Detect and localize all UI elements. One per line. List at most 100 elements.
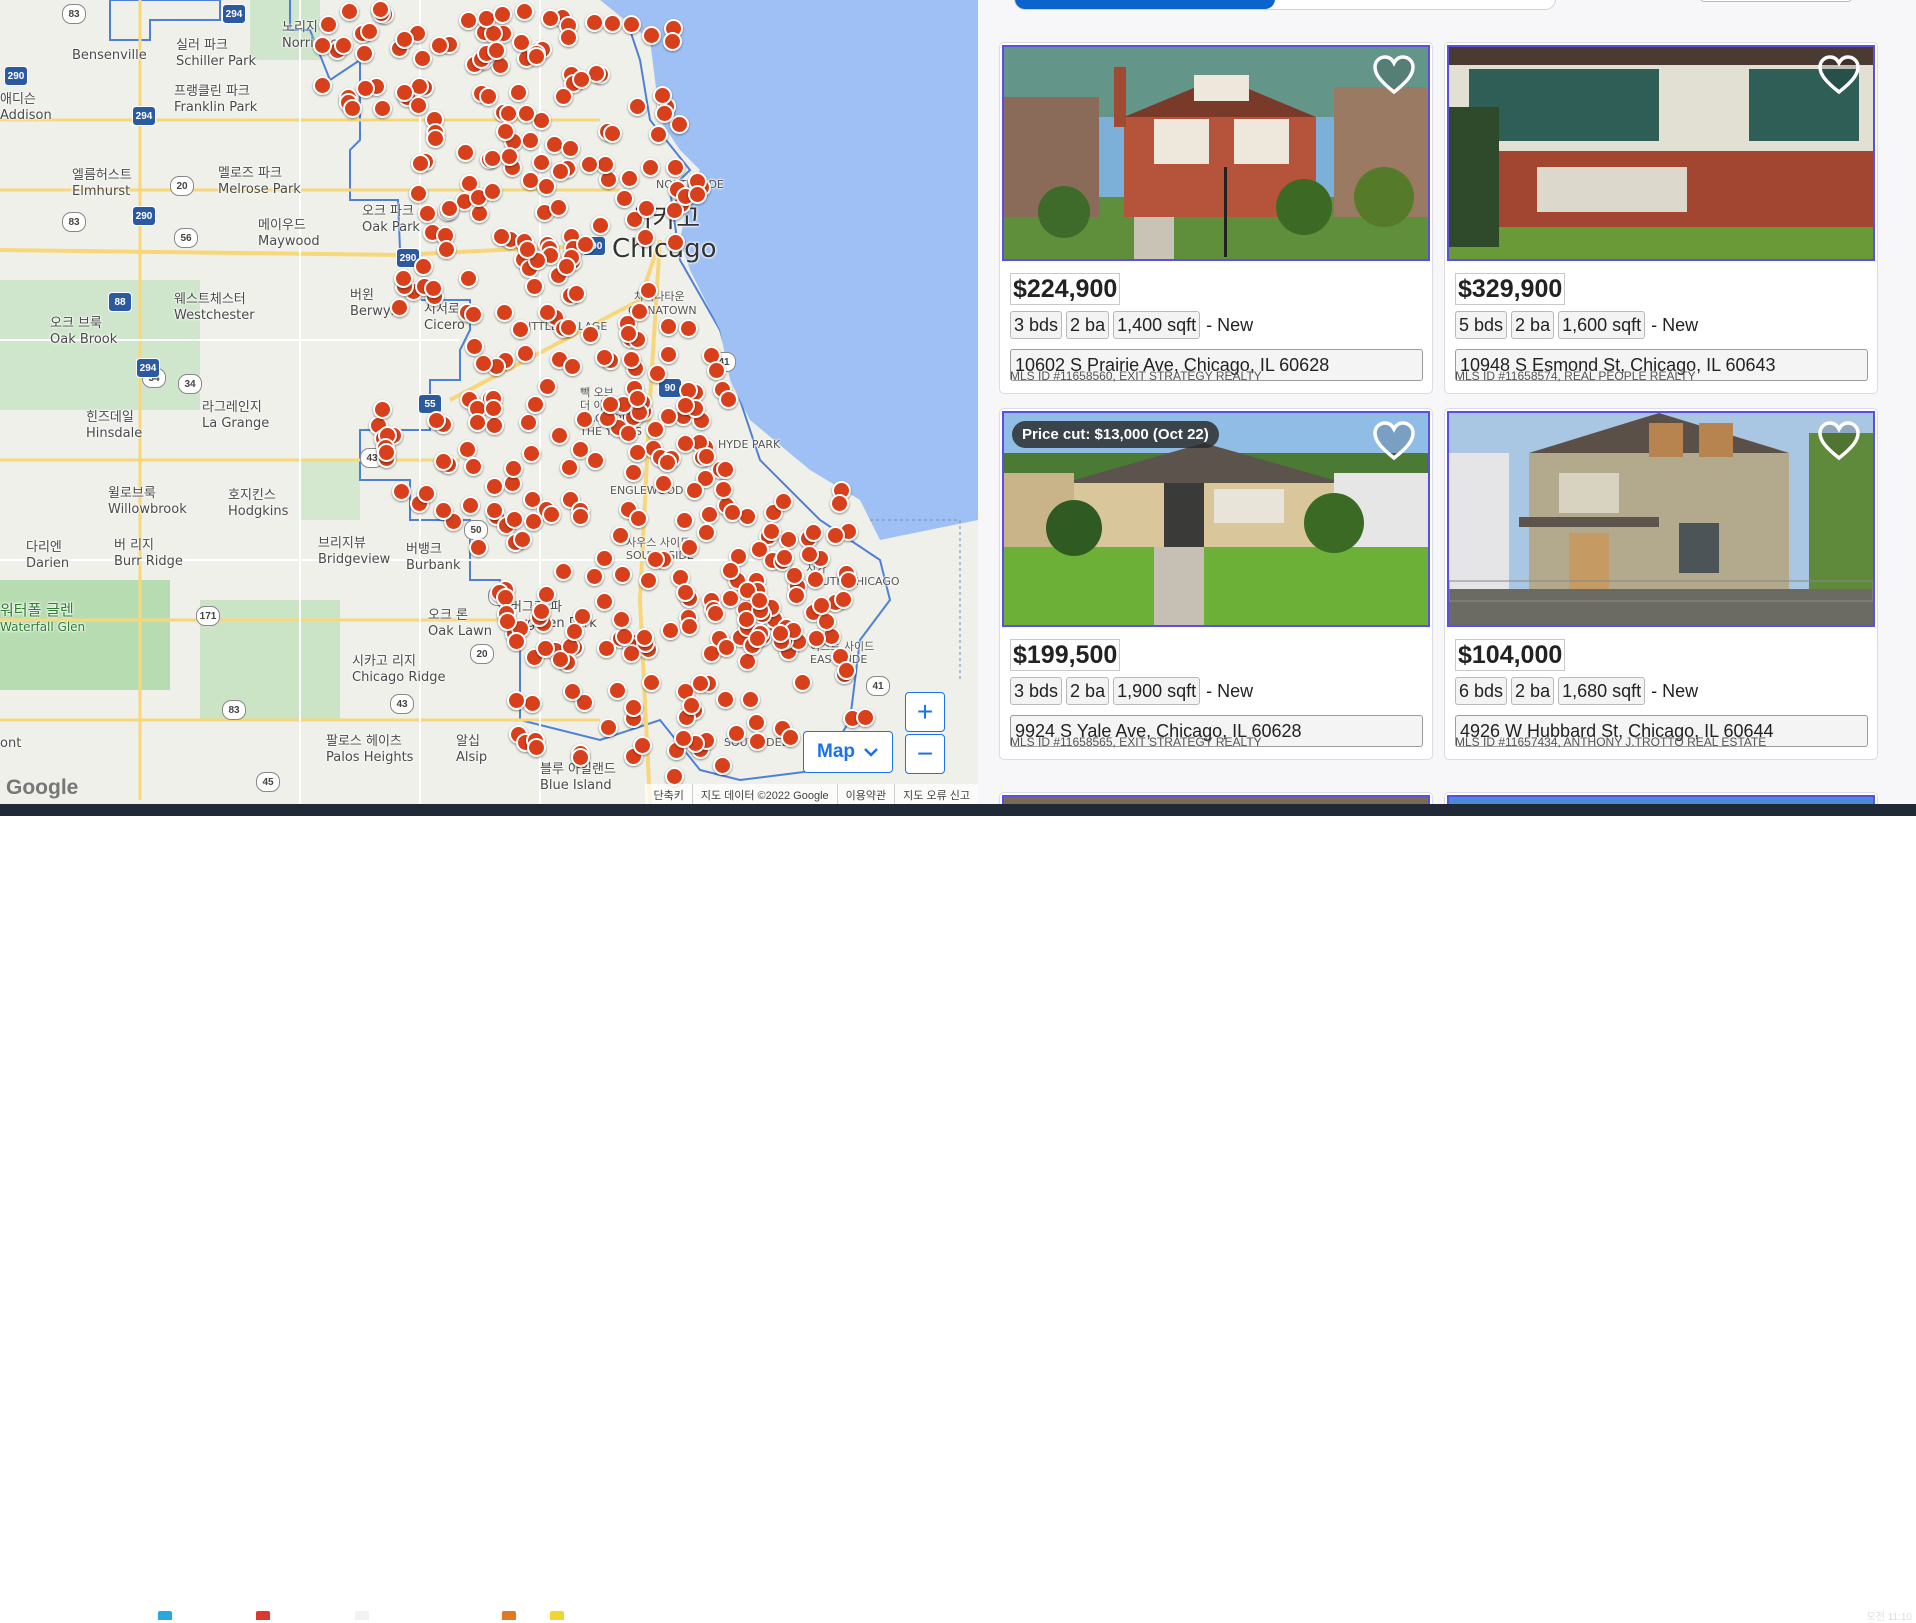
listing-map-pin[interactable] — [538, 303, 557, 322]
listing-map-pin[interactable] — [495, 303, 514, 322]
listing-map-pin[interactable] — [595, 348, 614, 367]
listing-map-pin[interactable] — [468, 413, 487, 432]
taskbar-app-icon[interactable] — [355, 1611, 369, 1620]
listing-map-pin[interactable] — [507, 691, 526, 710]
listing-map-pin[interactable] — [557, 257, 576, 276]
listing-map-pin[interactable] — [748, 629, 767, 648]
listing-map-pin[interactable] — [518, 240, 537, 259]
listing-map-pin[interactable] — [707, 361, 726, 380]
listing-map-pin[interactable] — [513, 530, 532, 549]
listing-map-pin[interactable] — [542, 505, 561, 524]
listing-map-pin[interactable] — [787, 586, 806, 605]
listing-map-pin[interactable] — [413, 49, 432, 68]
listing-map-pin[interactable] — [716, 460, 735, 479]
listing-map-pin[interactable] — [685, 481, 704, 500]
listing-map-pin[interactable] — [313, 36, 332, 55]
listing-map-pin[interactable] — [646, 420, 665, 439]
listing-map-pin[interactable] — [479, 87, 498, 106]
listing-map-pin[interactable] — [580, 155, 599, 174]
listing-map-pin[interactable] — [775, 548, 794, 567]
listing-map-pin[interactable] — [485, 477, 504, 496]
listing-map-pin[interactable] — [613, 565, 632, 584]
listing-map-pin[interactable] — [522, 444, 541, 463]
listing-map-pin[interactable] — [682, 696, 701, 715]
listing-map-pin[interactable] — [340, 2, 359, 21]
taskbar-app-icon[interactable] — [256, 1611, 270, 1620]
view-tabs[interactable] — [1014, 0, 1556, 10]
listing-map-pin[interactable] — [741, 690, 760, 709]
listing-map-pin[interactable] — [595, 592, 614, 611]
listings-panel[interactable]: $224,900 3 bds 2 ba 1,400 sqft - New 106… — [978, 0, 1916, 804]
listing-map-pin[interactable] — [427, 411, 446, 430]
listing-map-pin[interactable] — [532, 153, 551, 172]
listing-map-pin[interactable] — [666, 233, 685, 252]
listing-map-pin[interactable] — [559, 28, 578, 47]
listing-map-pin[interactable] — [716, 690, 735, 709]
listing-map-pin[interactable] — [581, 325, 600, 344]
taskbar-app-icon[interactable] — [550, 1611, 564, 1620]
listing-map-pin[interactable] — [459, 11, 478, 30]
listing-card[interactable]: Price cut: $13,000 (Oct 22) $199,500 3 b… — [999, 408, 1433, 760]
listing-map-pin[interactable] — [571, 507, 590, 526]
listing-map-pin[interactable] — [608, 681, 627, 700]
listing-map-pin[interactable] — [440, 199, 459, 218]
listing-map-pin[interactable] — [649, 125, 668, 144]
listing-map-pin[interactable] — [390, 298, 409, 317]
sort-select[interactable] — [1700, 0, 1852, 2]
listing-map-pin[interactable] — [526, 395, 545, 414]
listing-map-pin[interactable] — [639, 571, 658, 590]
listing-map-pin[interactable] — [319, 15, 338, 34]
listing-map-pin[interactable] — [779, 530, 798, 549]
listing-map-pin[interactable] — [666, 158, 685, 177]
listing-map-pin[interactable] — [521, 131, 540, 150]
listing-map-pin[interactable] — [774, 492, 793, 511]
listing-map-pin[interactable] — [373, 99, 392, 118]
listing-map-pin[interactable] — [674, 729, 693, 748]
listing-map-pin[interactable] — [507, 632, 526, 651]
listing-map-pin[interactable] — [409, 184, 428, 203]
favorite-heart-icon[interactable] — [1817, 55, 1861, 95]
listing-map-pin[interactable] — [554, 562, 573, 581]
listing-card-partial[interactable] — [1444, 792, 1878, 804]
listing-map-pin[interactable] — [624, 463, 643, 482]
listing-map-pin[interactable] — [541, 9, 560, 28]
listing-map-pin[interactable] — [498, 612, 517, 631]
listing-map-pin[interactable] — [628, 97, 647, 116]
listing-map-pin[interactable] — [804, 523, 823, 542]
listing-map-pin[interactable] — [483, 149, 502, 168]
favorite-heart-icon[interactable] — [1372, 55, 1416, 95]
listing-map-pin[interactable] — [418, 204, 437, 223]
listing-map-pin[interactable] — [641, 158, 660, 177]
listing-card[interactable]: $104,000 6 bds 2 ba 1,680 sqft - New 492… — [1444, 408, 1878, 760]
listing-map-pin[interactable] — [409, 96, 428, 115]
listing-map-pin[interactable] — [615, 189, 634, 208]
listing-map-pin[interactable] — [313, 76, 332, 95]
listing-map-pin[interactable] — [721, 561, 740, 580]
listing-map-pin[interactable] — [635, 628, 654, 647]
listing-map-pin[interactable] — [561, 139, 580, 158]
map-type-select[interactable]: Map — [803, 731, 893, 773]
listing-map-pin[interactable] — [781, 728, 800, 747]
listing-map-pin[interactable] — [612, 610, 631, 629]
map-panel[interactable]: Bensenville 실러 파크 Schiller Park 노리지 Norridge… — [0, 0, 978, 804]
listing-map-pin[interactable] — [603, 14, 622, 33]
listing-map-pin[interactable] — [839, 571, 858, 590]
listing-map-pin[interactable] — [706, 604, 725, 623]
listing-map-pin[interactable] — [571, 748, 590, 767]
taskbar-app-icon[interactable] — [158, 1611, 172, 1620]
favorite-heart-icon[interactable] — [1817, 421, 1861, 461]
listing-map-pin[interactable] — [559, 318, 578, 337]
listing-map-pin[interactable] — [659, 345, 678, 364]
listing-map-pin[interactable] — [437, 240, 456, 259]
listing-map-pin[interactable] — [680, 617, 699, 636]
listing-map-pin[interactable] — [661, 621, 680, 640]
listing-map-pin[interactable] — [511, 320, 530, 339]
zoom-out-button[interactable]: − — [905, 734, 945, 774]
listing-map-pin[interactable] — [563, 357, 582, 376]
listing-map-pin[interactable] — [505, 510, 524, 529]
listing-map-pin[interactable] — [622, 350, 641, 369]
listing-map-pin[interactable] — [459, 269, 478, 288]
listing-map-pin[interactable] — [377, 443, 396, 462]
listing-card[interactable]: $329,900 5 bds 2 ba 1,600 sqft - New 109… — [1444, 42, 1878, 394]
listing-map-pin[interactable] — [586, 451, 605, 470]
